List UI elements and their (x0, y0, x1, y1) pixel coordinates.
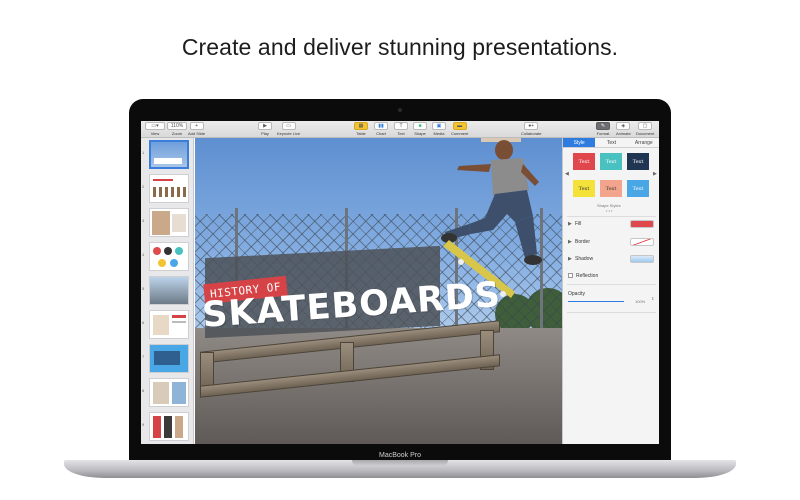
play-icon: ▶ (258, 122, 272, 130)
chart-button[interactable]: ▮▮ Chart (374, 122, 388, 136)
document-icon: ▢ (638, 122, 653, 130)
border-label: Border (575, 239, 591, 245)
opacity-label: Opacity (568, 291, 585, 297)
fill-label: Fill (575, 221, 582, 227)
document-button[interactable]: ▢ Document (636, 122, 654, 136)
plus-icon: + (189, 122, 204, 130)
fill-color-well[interactable] (630, 220, 654, 228)
divider (567, 312, 656, 313)
headline: Create and deliver stunning presentation… (181, 34, 619, 60)
slide-thumbnail[interactable] (149, 208, 189, 237)
slide-thumbnail[interactable] (149, 344, 189, 373)
zoom-control[interactable]: 110% Zoom (167, 122, 187, 136)
shape-style-swatch[interactable]: Text (573, 180, 595, 197)
view-icon: ▭▾ (145, 122, 165, 130)
border-style-well[interactable] (630, 238, 654, 246)
slide-thumbnail[interactable] (149, 174, 189, 203)
reflection-label: Reflection (576, 273, 599, 279)
wooden-pallet (200, 320, 500, 401)
zoom-value: 110% (167, 122, 187, 130)
animate-button[interactable]: ◈ Animate (616, 122, 631, 136)
shape-button[interactable]: ■ Shape (413, 122, 427, 136)
collaborate-button[interactable]: ●+ Collaborate (521, 122, 541, 136)
opacity-slider[interactable] (568, 301, 624, 302)
toolbar: ▭▾ View 110% Zoom + Add Slide ▶ Play ▭ K… (141, 121, 659, 138)
shape-style-swatch[interactable]: Text (600, 153, 622, 170)
opacity-value[interactable]: 100% (635, 299, 645, 304)
chart-icon: ▮▮ (374, 122, 388, 130)
shape-style-swatch[interactable]: Text (573, 153, 595, 170)
laptop-notch (352, 460, 448, 466)
inspector-tabs: Style Text Arrange (563, 138, 659, 148)
disclosure-icon[interactable]: ▶ (568, 239, 572, 245)
text-button[interactable]: T Text (394, 122, 408, 136)
disclosure-icon[interactable]: ▶ (568, 256, 572, 262)
slide-thumbnail[interactable] (149, 412, 189, 441)
tab-style[interactable]: Style (563, 138, 596, 147)
divider (567, 284, 656, 285)
shape-style-swatch[interactable]: Text (627, 153, 649, 170)
media-button[interactable]: ▣ Media (432, 122, 446, 136)
keynote-live-button[interactable]: ▭ Keynote Live (277, 122, 300, 136)
disclosure-icon[interactable]: ▶ (568, 221, 572, 227)
slide-canvas[interactable]: HISTORY OF SKATEBOARDS (195, 138, 562, 444)
view-button[interactable]: ▭▾ View (145, 122, 165, 136)
tab-arrange[interactable]: Arrange (628, 138, 659, 147)
chevron-right-icon[interactable]: ▶ (653, 171, 657, 177)
animate-icon: ◈ (616, 122, 631, 130)
tab-text[interactable]: Text (595, 138, 627, 147)
slide-thumbnail[interactable] (149, 276, 189, 305)
shape-icon: ■ (413, 122, 427, 130)
table-button[interactable]: ▦ Table (354, 122, 368, 136)
slide-thumbnail[interactable] (149, 140, 189, 169)
format-inspector: Style Text Arrange ◀ ▶ Text Text Text Te… (562, 138, 659, 444)
device-label: MacBook Pro (378, 452, 422, 459)
collaborate-icon: ●+ (524, 122, 539, 130)
table-icon: ▦ (354, 122, 368, 130)
stepper-icon[interactable]: ⇕ (651, 296, 654, 301)
media-icon: ▣ (432, 122, 446, 130)
slide-thumbnail[interactable] (149, 242, 189, 271)
comment-icon: ▬ (452, 122, 467, 130)
camera (398, 108, 402, 112)
shape-style-swatch[interactable]: Text (627, 180, 649, 197)
page-dots[interactable]: • • • (606, 208, 612, 213)
shadow-label: Shadow (575, 256, 594, 262)
format-icon: ✎ (596, 122, 610, 130)
slide-thumbnail[interactable] (149, 378, 189, 407)
slide-navigator[interactable]: 1 2 3 4 5 6 7 8 9 (141, 138, 194, 444)
play-button[interactable]: ▶ Play (258, 122, 272, 136)
shadow-style-well[interactable] (630, 255, 654, 263)
reflection-checkbox[interactable] (568, 273, 573, 278)
add-slide-button[interactable]: + Add Slide (188, 122, 205, 136)
chevron-left-icon[interactable]: ◀ (565, 171, 569, 177)
text-icon: T (394, 122, 408, 130)
keynote-window: ▭▾ View 110% Zoom + Add Slide ▶ Play ▭ K… (141, 121, 659, 444)
slide-thumbnail[interactable] (149, 310, 189, 339)
keynote-live-icon: ▭ (281, 122, 296, 130)
comment-button[interactable]: ▬ Comment (451, 122, 468, 136)
format-button[interactable]: ✎ Format (596, 122, 610, 136)
shape-style-swatch[interactable]: Text (600, 180, 622, 197)
divider (567, 216, 656, 217)
